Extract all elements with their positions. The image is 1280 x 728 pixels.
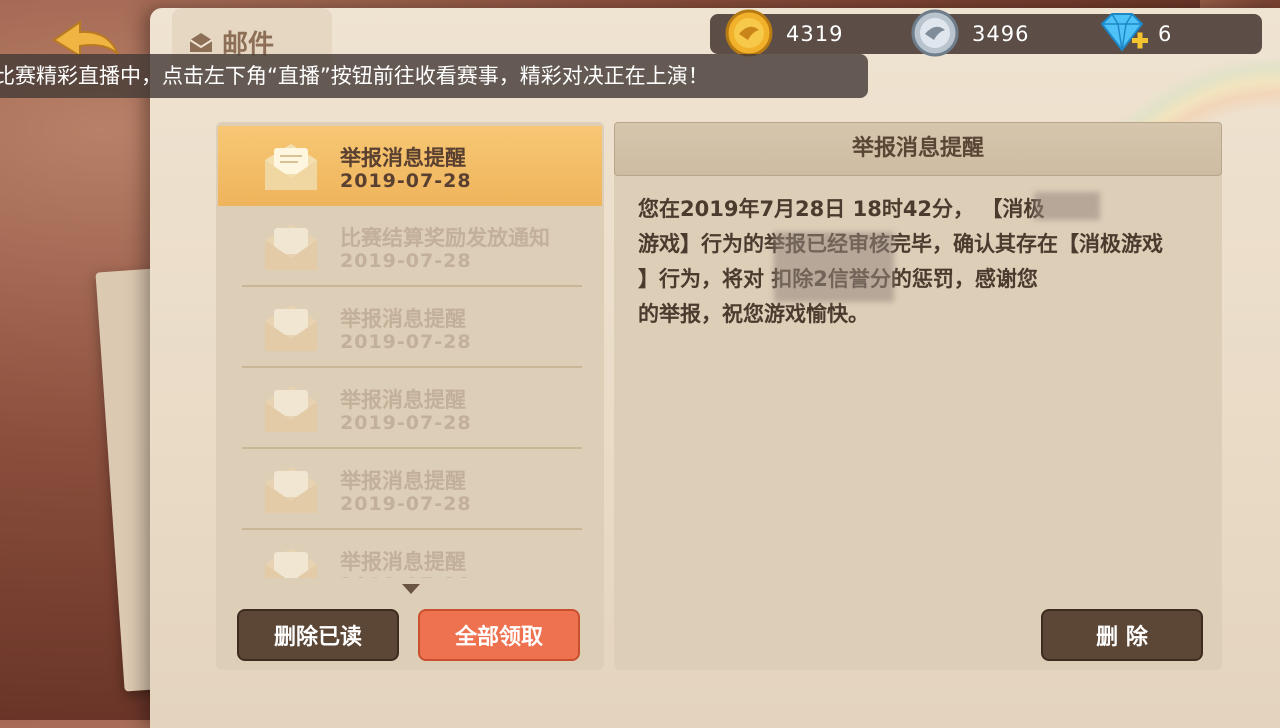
mail-subject: 举报消息提醒: [340, 388, 466, 412]
mail-subject: 举报消息提醒: [340, 550, 466, 574]
mail-date: 2019-07-28: [340, 250, 472, 272]
mail-item[interactable]: 比赛结算奖励发放通知 2019-07-28: [218, 206, 602, 287]
mail-date: 2019-07-28: [340, 331, 472, 353]
silver-coin-icon: [911, 9, 959, 57]
envelope-icon: [265, 144, 317, 190]
gold-currency[interactable]: 4319: [724, 9, 844, 57]
mail-detail-panel: 举报消息提醒 您在2019年7月28日 18时42分， 【消极 游戏】行为的举报…: [614, 122, 1222, 670]
mail-icon: [189, 33, 213, 52]
mail-date: 2019-07-28: [340, 170, 472, 192]
envelope-icon: [265, 386, 317, 432]
detail-line: 游戏】行为的举报已经审核完毕，确认其存在【消极游戏: [638, 232, 1163, 256]
mail-item[interactable]: 举报消息提醒 2019-07-28: [218, 287, 602, 368]
silver-value: 3496: [972, 22, 1030, 46]
mail-item[interactable]: 举报消息提醒 2019-07-28: [218, 126, 602, 206]
diamond-plus-icon: [1100, 13, 1148, 52]
envelope-icon: [265, 224, 317, 270]
silver-currency[interactable]: 3496: [910, 9, 1030, 57]
mail-item[interactable]: 举报消息提醒 2019-07-28: [218, 368, 602, 449]
envelope-icon: [265, 305, 317, 351]
mail-date: 2019-07-28: [340, 574, 472, 578]
redacted-name: [1034, 192, 1100, 220]
marquee-text: 比赛精彩直播中，点击左下角“直播”按钮前往收看赛事，精彩对决正在上演！: [0, 64, 709, 88]
mail-list-panel: 举报消息提醒 2019-07-28 比赛结算奖励发放通知 2019-07-28 …: [216, 122, 604, 670]
gold-value: 4319: [786, 22, 844, 46]
envelope-icon: [265, 467, 317, 513]
diamond-currency[interactable]: 6: [1096, 13, 1173, 54]
scroll-down-icon[interactable]: [402, 584, 420, 594]
announcement-marquee: 比赛精彩直播中，点击左下角“直播”按钮前往收看赛事，精彩对决正在上演！: [0, 54, 868, 98]
detail-body: 您在2019年7月28日 18时42分， 【消极 游戏】行为的举报已经审核完毕，…: [638, 192, 1204, 332]
diamond-value: 6: [1158, 22, 1173, 46]
detail-line: 】行为，将对 扣除2信誉分的惩罚，感谢您: [638, 267, 1038, 291]
delete-read-button[interactable]: 删除已读: [237, 609, 399, 661]
currency-bar: 4319 3496 6: [710, 9, 1262, 57]
mail-item[interactable]: 举报消息提醒 2019-07-28: [218, 530, 602, 578]
claim-all-button[interactable]: 全部领取: [418, 609, 580, 661]
mail-list: 举报消息提醒 2019-07-28 比赛结算奖励发放通知 2019-07-28 …: [216, 122, 604, 578]
mail-item[interactable]: 举报消息提醒 2019-07-28: [218, 449, 602, 530]
delete-button[interactable]: 删 除: [1041, 609, 1203, 661]
mail-subject: 举报消息提醒: [340, 146, 466, 170]
mail-subject: 比赛结算奖励发放通知: [340, 226, 550, 250]
detail-line: 的举报，祝您游戏愉快。: [638, 302, 869, 326]
mail-subject: 举报消息提醒: [340, 469, 466, 493]
gold-coin-icon: [725, 9, 773, 57]
detail-title: 举报消息提醒: [614, 122, 1222, 176]
detail-line: 您在2019年7月28日 18时42分， 【消极: [638, 197, 1045, 221]
mail-date: 2019-07-28: [340, 493, 472, 515]
redacted-name: [774, 232, 894, 302]
mail-subject: 举报消息提醒: [340, 307, 466, 331]
mail-date: 2019-07-28: [340, 412, 472, 434]
envelope-icon: [265, 548, 317, 578]
